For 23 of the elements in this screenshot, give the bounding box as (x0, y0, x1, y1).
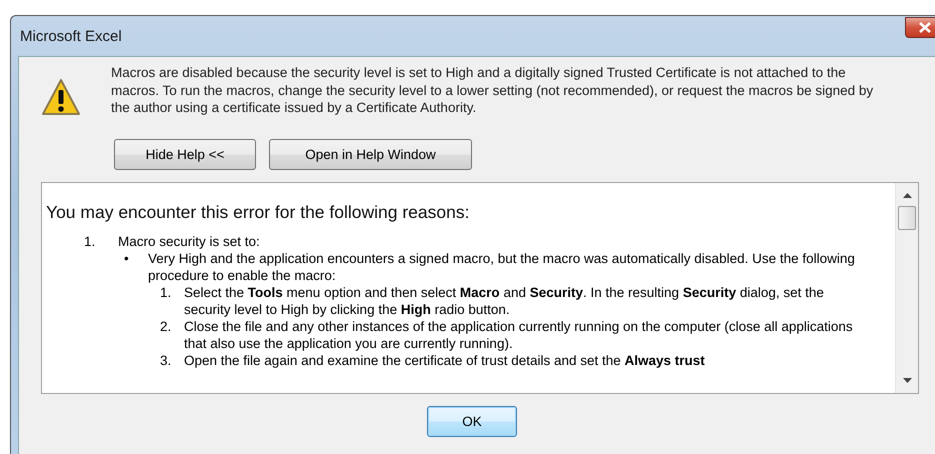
help-heading: You may encounter this error for the following reasons: (46, 202, 470, 223)
scroll-thumb[interactable] (898, 206, 916, 230)
list-marker: • (123, 250, 130, 268)
list-marker: 1. (84, 233, 96, 250)
help-window-button[interactable]: Open in Help Window (269, 139, 472, 170)
help-text: Macro security is set to: (118, 233, 260, 250)
hide-help-button[interactable]: Hide Help << (114, 139, 256, 170)
ok-button[interactable]: OK (427, 406, 517, 437)
help-text: Select the Tools menu option and then select Macro and Security. In the resulting Security dialog, set the security level to High by clicking the High radio button. (184, 284, 825, 318)
window-title: Microsoft Excel (19, 28, 122, 44)
scroll-up-icon[interactable] (902, 192, 912, 198)
warning-icon (41, 78, 81, 118)
list-marker: 3. (159, 352, 172, 369)
error-message: Macros are disabled because the security level is set to High and a digitally signed Trusted Certificate is not attached to the macros. To run the macros, change the security level to a lower setting (not recommended), or request the macros be signed by the author using a certificate issued by a Certificate Authority. (111, 64, 874, 117)
close-icon (918, 22, 932, 32)
help-text: Open the file again and examine the certificate of trust details and set the Always trust (184, 352, 706, 369)
scrollbar[interactable] (895, 183, 918, 393)
help-text: Close the file and any other instances of the application currently running on the computer (close all applications that also use the application you are currently running). (184, 318, 854, 352)
list-marker: 1. (159, 284, 172, 302)
help-text: Very High and the application encounters a signed macro, but the macro was automatically disabled. Use the following procedure to enable the macro: (148, 250, 856, 284)
scroll-down-icon[interactable] (902, 378, 912, 384)
close-button[interactable] (905, 16, 935, 38)
list-marker: 2. (159, 318, 172, 336)
